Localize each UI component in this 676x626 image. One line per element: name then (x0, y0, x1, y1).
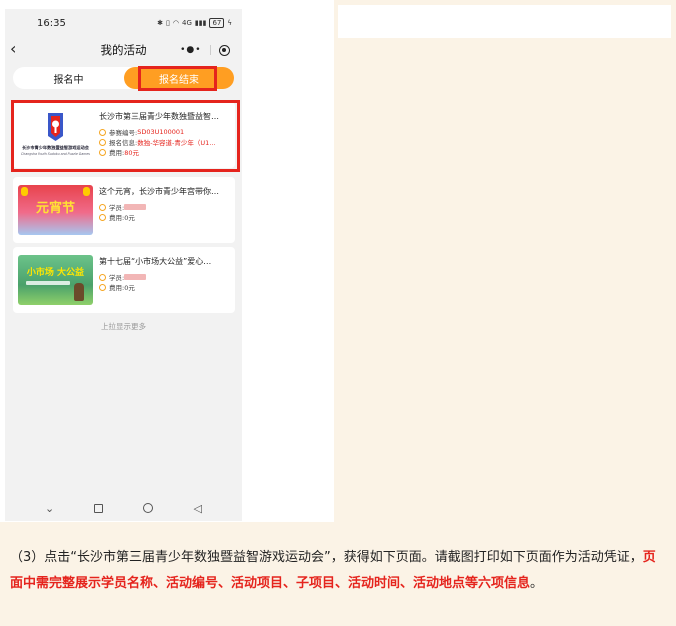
battery-icon: 67 (209, 18, 225, 28)
tab-bar: 报名中 报名结束 (13, 67, 234, 89)
tab-registering[interactable]: 报名中 (13, 67, 124, 89)
thumbnail-caption: 元宵节 (35, 201, 75, 216)
recents-square-icon[interactable] (94, 503, 104, 513)
card-row: 费用: 0元 (99, 212, 231, 222)
status-time: 16:35 (37, 17, 66, 29)
activity-card[interactable]: 元宵节 这个元宵，长沙市青少年宫带你… 学员: 费用: 0元 (13, 177, 235, 243)
card-row: 报名信息: 数独-华容道-青少年（U1… (99, 137, 231, 147)
row-label: 参赛编号: (109, 129, 138, 137)
fee-value: 80元 (124, 149, 139, 157)
status-bar: 16:35 ✱ ▯ ◠ 4G ▮▮▮ 67 ϟ (5, 9, 242, 37)
card-title: 第十七届“小市场大公益”爱心… (99, 257, 212, 266)
thumbnail-caption: 小市场 大公益 (26, 268, 85, 278)
row-label: 费用: (109, 149, 125, 157)
lantern-icon (21, 187, 28, 196)
home-circle-icon[interactable] (143, 503, 154, 513)
capsule-divider (209, 45, 211, 55)
bullet-icon (99, 128, 106, 136)
fee-value: 0元 (124, 214, 135, 222)
android-nav-bar: ⌄ ◁ (5, 495, 242, 521)
more-dots-icon[interactable]: •●• (180, 45, 201, 55)
row-label: 学员: (109, 274, 125, 282)
phone-screen: 16:35 ✱ ▯ ◠ 4G ▮▮▮ 67 ϟ ‹ 我的活动 •●• 报名中 报… (5, 9, 242, 521)
activity-thumbnail: 元宵节 (18, 185, 93, 235)
bullet-icon (99, 273, 106, 281)
tab-registration-ended[interactable]: 报名结束 (124, 67, 234, 89)
instruction-part-1: （3）点击“长沙市第三届青少年数独暨益智游戏运动会”，获得如下页面。请截图打印如… (10, 550, 643, 565)
card-row: 学员: (99, 272, 231, 282)
instruction-text: （3）点击“长沙市第三届青少年数独暨益智游戏运动会”，获得如下页面。请截图打印如… (10, 545, 668, 597)
card-title: 这个元宵，长沙市青少年宫带你… (99, 187, 219, 196)
load-more-hint: 上拉显示更多 (101, 322, 146, 331)
close-target-icon[interactable] (218, 44, 230, 56)
bluetooth-icon: ✱ (157, 19, 164, 27)
card-info: 这个元宵，长沙市青少年宫带你… 学员: 费用: 0元 (99, 186, 231, 222)
bullet-icon (99, 283, 106, 291)
row-label: 费用: (109, 214, 125, 222)
mini-program-capsule: •●• (176, 41, 234, 59)
activity-card[interactable]: 长沙市青少年数独暨益智游戏运动会 Changsha Youth Sudoku a… (13, 102, 235, 168)
activity-thumbnail: 小市场 大公益 (18, 255, 93, 305)
card-info: 长沙市第三届青少年数独暨益智… 参赛编号: SD03U100001 报名信息: … (99, 111, 231, 157)
card-title: 长沙市第三届青少年数独暨益智… (99, 112, 219, 121)
charging-icon: ϟ (227, 19, 232, 27)
bullet-icon (99, 138, 106, 146)
cellular-icon: ▮▮▮ (194, 19, 207, 27)
bullet-icon (99, 213, 106, 221)
card-info: 第十七届“小市场大公益”爱心… 学员: 费用: 0元 (99, 256, 231, 292)
row-label: 学员: (109, 204, 125, 212)
row-label: 费用: (109, 284, 125, 292)
status-icons: ✱ ▯ ◠ 4G ▮▮▮ 67 ϟ (157, 18, 232, 28)
card-row: 费用: 0元 (99, 282, 231, 292)
thumbnail-caption-en: Changsha Youth Sudoku and Puzzle Games (21, 152, 90, 156)
instruction-part-3: 。 (530, 576, 544, 591)
card-row: 费用: 80元 (99, 147, 231, 157)
wifi-icon: ◠ (172, 19, 179, 27)
thumbnail-caption: 长沙市青少年数独暨益智游戏运动会 (21, 145, 89, 150)
page-title: 我的活动 (100, 43, 147, 57)
card-row: 参赛编号: SD03U100001 (99, 127, 231, 137)
side-panel (338, 5, 671, 38)
row-label: 报名信息: (109, 139, 138, 147)
bullet-icon (99, 203, 106, 211)
back-arrow-icon[interactable]: ‹ (10, 40, 16, 58)
scene-banner (26, 281, 70, 285)
card-row: 学员: (99, 202, 231, 212)
lantern-icon (83, 187, 90, 196)
back-triangle-icon[interactable]: ◁ (193, 502, 201, 515)
bullet-icon (99, 148, 106, 156)
chevron-down-icon[interactable]: ⌄ (45, 502, 54, 515)
signal-label: 4G (182, 19, 192, 27)
nav-bar: ‹ 我的活动 •●• (5, 37, 242, 63)
screenshot-frame: 16:35 ✱ ▯ ◠ 4G ▮▮▮ 67 ϟ ‹ 我的活动 •●• 报名中 报… (0, 0, 334, 522)
activity-card[interactable]: 小市场 大公益 第十七届“小市场大公益”爱心… 学员: 费用: 0元 (13, 247, 235, 313)
activity-thumbnail: 长沙市青少年数独暨益智游戏运动会 Changsha Youth Sudoku a… (18, 110, 93, 160)
scene-figure (74, 283, 84, 301)
fee-value: 0元 (124, 284, 135, 292)
vibrate-icon: ▯ (166, 19, 170, 27)
redacted-student-name (124, 204, 147, 210)
entry-number: SD03U100001 (137, 128, 185, 136)
registration-info: 数独-华容道-青少年（U1… (137, 139, 216, 147)
redacted-student-name (124, 274, 147, 280)
